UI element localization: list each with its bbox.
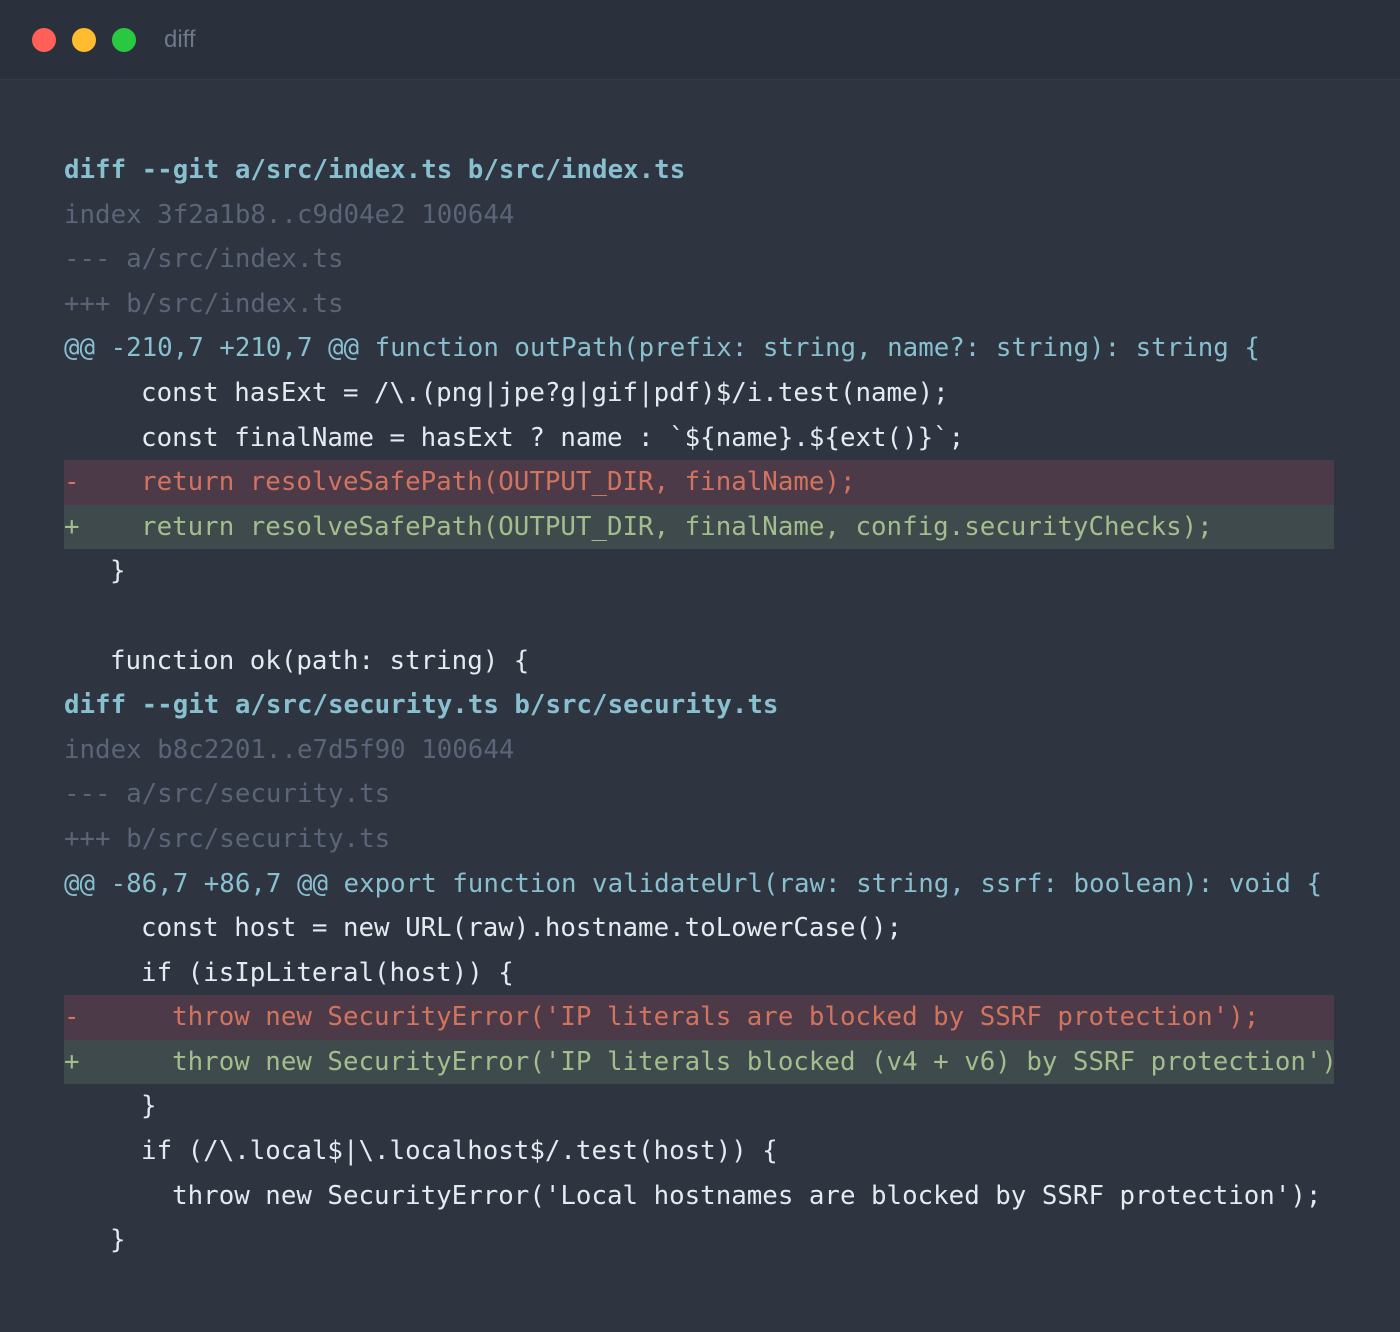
diff-line-context: const hasExt = /\.(png|jpe?g|gif|pdf)$/i… [64,371,1334,416]
diff-line-text: } [110,1225,126,1256]
diff-line-context: } [64,1218,1334,1263]
diff-line-text: throw new SecurityError('IP literals blo… [110,1046,1334,1077]
diff-line-text: const hasExt = /\.(png|jpe?g|gif|pdf)$/i… [110,377,949,408]
diff-line-context: if (/\.local$|\.localhost$/.test(host)) … [64,1129,1334,1174]
diff-line-text: return resolveSafePath(OUTPUT_DIR, final… [110,467,856,498]
diff-marker [64,1218,110,1263]
diff-line-text [64,601,80,631]
diff-line-removed: - throw new SecurityError('IP literals a… [64,995,1334,1040]
diff-line-blank [64,594,1334,639]
close-button[interactable] [32,28,56,52]
diff-line-text: @@ -86,7 +86,7 @@ export function valida… [64,868,1323,899]
diff-line-text: index 3f2a1b8..c9d04e2 100644 [64,199,515,230]
diff-line-text: } [110,556,126,587]
diff-line-text: +++ b/src/index.ts [64,288,344,319]
diff-line-meta: --- a/src/index.ts [64,237,1334,282]
diff-marker [64,549,110,594]
diff-line-file-header: diff --git a/src/security.ts b/src/secur… [64,683,1334,728]
diff-line-text: if (isIpLiteral(host)) { [110,957,514,988]
diff-line-text: diff --git a/src/index.ts b/src/index.ts [64,155,686,185]
diff-line-text: const host = new URL(raw).hostname.toLow… [110,913,903,944]
maximize-button[interactable] [112,28,136,52]
diff-line-text: return resolveSafePath(OUTPUT_DIR, final… [110,511,1213,542]
diff-line-context: } [64,549,1334,594]
diff-line-text: --- a/src/security.ts [64,779,391,810]
window-title: diff [164,26,196,53]
diff-line-text: diff --git a/src/security.ts b/src/secur… [64,690,779,721]
diff-marker: - [64,467,80,498]
diff-line-meta: index 3f2a1b8..c9d04e2 100644 [64,193,1334,238]
diff-line-context: const host = new URL(raw).hostname.toLow… [64,906,1334,951]
diff-line-hunk: @@ -210,7 +210,7 @@ function outPath(pre… [64,326,1334,371]
diff-marker [64,1084,110,1129]
diff-marker: + [64,1046,80,1077]
diff-line-file-header: diff --git a/src/index.ts b/src/index.ts [64,148,1334,193]
diff-line-added: + return resolveSafePath(OUTPUT_DIR, fin… [64,504,1334,550]
diff-window: diff diff --git a/src/index.ts b/src/ind… [0,0,1400,1332]
diff-line-meta: --- a/src/security.ts [64,772,1334,817]
diff-marker [64,951,110,996]
diff-marker [64,639,110,684]
diff-marker [64,1174,110,1219]
diff-line-text: --- a/src/index.ts [64,244,344,275]
diff-line-text: +++ b/src/security.ts [64,823,391,854]
diff-line-text: throw new SecurityError('IP literals are… [110,1002,1260,1033]
diff-line-context: function ok(path: string) { [64,639,1334,684]
diff-line-hunk: @@ -86,7 +86,7 @@ export function valida… [64,862,1334,907]
diff-marker [64,371,110,416]
diff-line-removed: - return resolveSafePath(OUTPUT_DIR, fin… [64,460,1334,505]
diff-line-context: const finalName = hasExt ? name : `${nam… [64,416,1334,461]
diff-line-text: } [110,1091,157,1122]
diff-line-text: const finalName = hasExt ? name : `${nam… [110,422,965,453]
diff-line-text: index b8c2201..e7d5f90 100644 [64,734,515,765]
diff-marker: - [64,1002,80,1033]
diff-line-meta: index b8c2201..e7d5f90 100644 [64,728,1334,773]
diff-view: diff --git a/src/index.ts b/src/index.ts… [64,148,1334,1263]
diff-line-text: throw new SecurityError('Local hostnames… [110,1180,1322,1211]
diff-marker [64,906,110,951]
diff-line-meta: +++ b/src/security.ts [64,817,1334,862]
diff-marker [64,1129,110,1174]
titlebar: diff [0,0,1400,80]
diff-line-added: + throw new SecurityError('IP literals b… [64,1039,1334,1085]
diff-line-context: } [64,1084,1334,1129]
diff-line-text: if (/\.local$|\.localhost$/.test(host)) … [110,1136,778,1167]
diff-line-context: if (isIpLiteral(host)) { [64,951,1334,996]
diff-line-text: @@ -210,7 +210,7 @@ function outPath(pre… [64,333,1260,364]
diff-line-context: throw new SecurityError('Local hostnames… [64,1174,1334,1219]
diff-line-meta: +++ b/src/index.ts [64,282,1334,327]
diff-marker [64,416,110,461]
minimize-button[interactable] [72,28,96,52]
diff-marker: + [64,511,80,542]
diff-line-text: function ok(path: string) { [110,645,530,676]
